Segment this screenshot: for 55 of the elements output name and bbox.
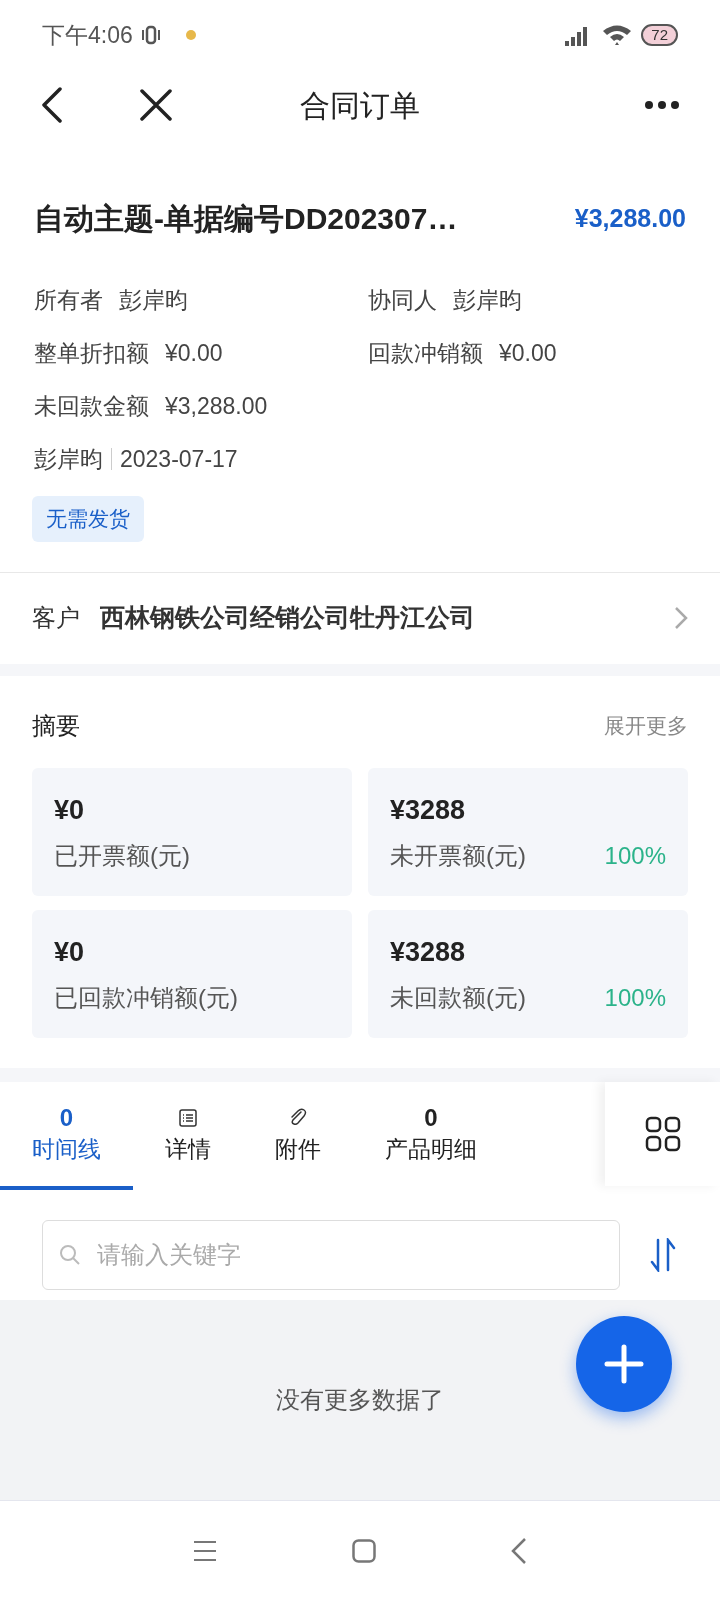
list-icon (178, 1107, 198, 1128)
tab[interactable]: 详情 (133, 1081, 243, 1190)
notification-icon (184, 29, 197, 41)
chevron-right-icon (674, 606, 688, 630)
vibrate-icon (140, 25, 161, 45)
card-label: 已开票额(元) (54, 841, 190, 871)
card-label: 已回款冲销额(元) (54, 983, 238, 1013)
tab[interactable]: 0 时间线 (0, 1081, 133, 1190)
more-icon[interactable] (644, 100, 680, 110)
grid-icon (644, 1115, 681, 1152)
field-value: 彭岸昀 (453, 285, 522, 315)
creator-name: 彭岸昀 (34, 444, 103, 474)
card-label: 未回款额(元) (390, 983, 526, 1013)
back-icon[interactable] (40, 87, 64, 123)
customer-row[interactable]: 客户 西林钢铁公司经销公司牡丹江公司 (0, 571, 720, 664)
search-field[interactable]: 请输入关键字 (42, 1219, 620, 1290)
plus-icon (604, 1343, 644, 1384)
card-label: 未开票额(元) (390, 841, 526, 871)
page-title: 合同订单 (300, 87, 420, 124)
field-label: 回款冲销额 (368, 338, 483, 368)
tab[interactable]: 附件 (243, 1081, 353, 1190)
empty-message: 没有更多数据了 (276, 1384, 444, 1415)
status-time: 下午4:06 (42, 20, 133, 50)
field-value: 彭岸昀 (119, 285, 188, 315)
field-label: 未回款金额 (34, 391, 149, 421)
status-tag: 无需发货 (32, 496, 144, 542)
section-title: 摘要 (32, 710, 80, 741)
home-icon[interactable] (352, 1538, 376, 1563)
expand-more-link[interactable]: 展开更多 (604, 709, 688, 742)
card-percent: 100% (604, 983, 666, 1013)
battery-indicator: 72 (641, 24, 678, 46)
card-percent: 100% (604, 841, 666, 871)
created-date: 2023-07-17 (120, 444, 238, 474)
card-amount: ¥0 (54, 793, 86, 827)
field-value: ¥0.00 (499, 338, 557, 368)
wifi-icon (601, 23, 634, 47)
field-label: 整单折扣额 (34, 338, 149, 368)
field-label: 所有者 (34, 285, 103, 315)
card-amount: ¥0 (54, 935, 86, 969)
tab[interactable]: 0 产品明细 (353, 1081, 509, 1190)
close-icon[interactable] (140, 89, 172, 121)
field-value: ¥3,288.00 (165, 391, 268, 421)
card-amount: ¥3288 (390, 793, 467, 827)
grid-menu-button[interactable] (605, 1081, 720, 1186)
search-icon (58, 1242, 82, 1267)
order-title: 自动主题-单据编号DD202307… (34, 201, 458, 237)
customer-name: 西林钢铁公司经销公司牡丹江公司 (100, 602, 475, 634)
customer-label: 客户 (32, 603, 80, 633)
menu-icon[interactable] (193, 1539, 217, 1562)
card-amount: ¥3288 (390, 935, 467, 969)
field-value: ¥0.00 (165, 338, 223, 368)
add-button[interactable] (576, 1315, 672, 1412)
field-label: 协同人 (368, 285, 437, 315)
sort-icon[interactable] (648, 1237, 678, 1272)
order-amount: ¥3,288.00 (574, 202, 686, 234)
